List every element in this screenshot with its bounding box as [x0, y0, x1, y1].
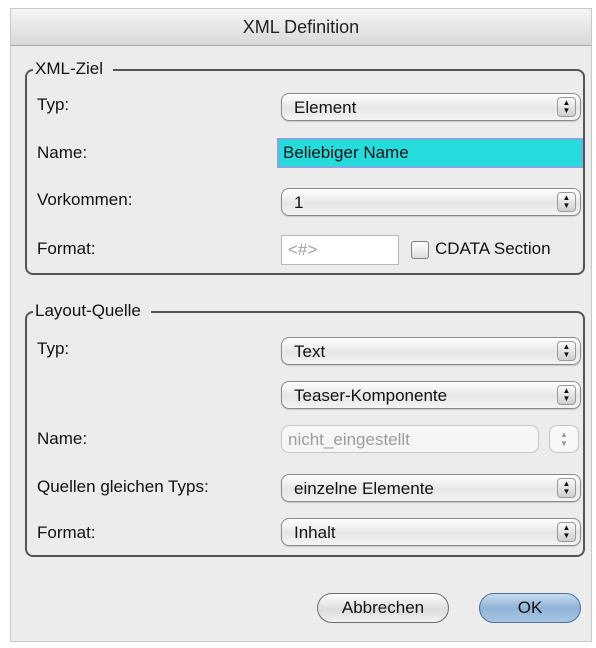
- layout-quelle-format-popup[interactable]: Inhalt ▲ ▼: [281, 518, 581, 546]
- cdata-section-checkbox[interactable]: [411, 241, 429, 259]
- xml-ziel-format-label: Format:: [37, 239, 96, 258]
- xml-ziel-legend: XML-Ziel: [33, 58, 114, 80]
- xml-ziel-typ-value: Element: [294, 98, 357, 117]
- cdata-section-label: CDATA Section: [435, 239, 551, 258]
- layout-quelle-name-field: nicht_eingestellt: [281, 425, 539, 453]
- quellen-gleichen-typs-value: einzelne Elemente: [294, 479, 434, 498]
- layout-quelle-name-stepper: ▲ ▼: [549, 425, 579, 453]
- popup-arrows-icon: ▲ ▼: [557, 478, 576, 498]
- layout-quelle-typ-label: Typ:: [37, 339, 70, 358]
- quellen-gleichen-typs-label: Quellen gleichen Typs:: [37, 477, 209, 496]
- xml-ziel-name-label: Name:: [37, 143, 88, 162]
- xml-ziel-vorkommen-popup[interactable]: 1 ▲ ▼: [281, 188, 581, 216]
- xml-ziel-name-field[interactable]: Beliebiger Name: [277, 138, 583, 168]
- popup-arrows-icon: ▲ ▼: [557, 192, 576, 212]
- popup-arrows-icon: ▲ ▼: [557, 385, 576, 405]
- ok-button[interactable]: OK: [479, 593, 581, 623]
- popup-arrows-icon: ▲ ▼: [557, 341, 576, 361]
- popup-arrows-icon: ▲ ▼: [557, 522, 576, 542]
- xml-ziel-format-field[interactable]: <#>: [281, 235, 399, 265]
- popup-arrows-icon: ▲ ▼: [557, 97, 576, 117]
- window-title: XML Definition: [11, 9, 591, 46]
- xml-ziel-group: XML-Ziel Typ: Element ▲ ▼ Name: Beliebige…: [25, 58, 585, 275]
- quellen-gleichen-typs-popup[interactable]: einzelne Elemente ▲ ▼: [281, 474, 581, 502]
- layout-quelle-komponente-value: Teaser-Komponente: [294, 386, 448, 405]
- cancel-button[interactable]: Abbrechen: [317, 593, 449, 623]
- layout-quelle-format-label: Format:: [37, 523, 96, 542]
- xml-ziel-vorkommen-label: Vorkommen:: [37, 190, 133, 209]
- layout-quelle-typ-value: Text: [294, 342, 326, 361]
- xml-ziel-typ-label: Typ:: [37, 95, 70, 114]
- xml-ziel-typ-popup[interactable]: Element ▲ ▼: [281, 93, 581, 121]
- xml-ziel-vorkommen-value: 1: [294, 193, 304, 212]
- layout-quelle-format-value: Inhalt: [294, 523, 336, 542]
- xml-definition-dialog: XML Definition XML-Ziel Typ: Element ▲ ▼ …: [10, 8, 592, 642]
- layout-quelle-group: Layout-Quelle Typ: Text ▲ ▼ Teaser-Kompon…: [25, 300, 585, 557]
- layout-quelle-komponente-popup[interactable]: Teaser-Komponente ▲ ▼: [281, 381, 581, 409]
- layout-quelle-name-label: Name:: [37, 429, 88, 448]
- layout-quelle-typ-popup[interactable]: Text ▲ ▼: [281, 337, 581, 365]
- layout-quelle-name-value: nicht_eingestellt: [288, 430, 410, 449]
- layout-quelle-legend: Layout-Quelle: [33, 300, 151, 322]
